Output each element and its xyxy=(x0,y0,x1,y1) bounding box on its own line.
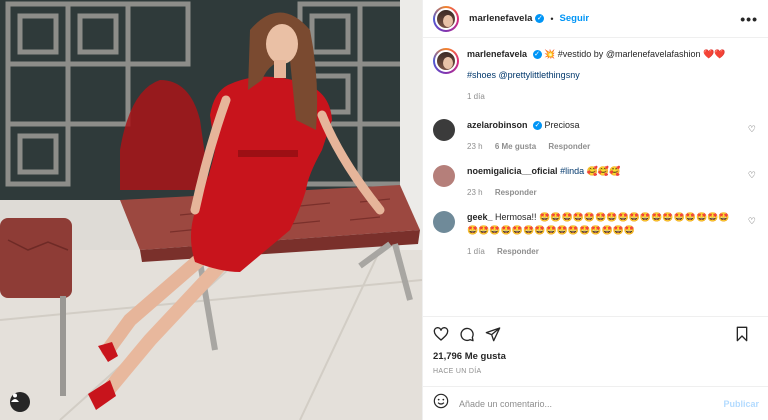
comment-item: azelarobinson ✓ Preciosa 23 h 6 Me gusta… xyxy=(433,119,758,153)
caption-text: 💥 #vestido by @marlenefavelafashion ❤️❤️ xyxy=(544,49,726,59)
comment-heart-icon[interactable]: ♡ xyxy=(748,170,756,181)
reply-button[interactable]: Responder xyxy=(495,188,537,197)
comment-username[interactable]: noemigalicia__oficial xyxy=(467,166,558,176)
comment-heart-icon[interactable]: ♡ xyxy=(748,124,756,135)
caption: marlenefavela ✓ 💥 #vestido by @marlenefa… xyxy=(433,48,758,103)
tag-user-icon[interactable] xyxy=(10,392,30,412)
comment-likes[interactable]: 6 Me gusta xyxy=(495,142,536,151)
reply-button[interactable]: Responder xyxy=(548,142,590,151)
comment-icon[interactable] xyxy=(459,326,475,342)
comment-text: #linda 🥰🥰🥰 xyxy=(560,166,621,176)
comment-meta: 1 día Responder xyxy=(467,245,740,258)
separator-dot: • xyxy=(550,13,554,24)
comment-text: Preciosa xyxy=(544,120,580,130)
post-dialog: marlenefavela ✓ • Seguir ••• marlenefave… xyxy=(0,0,768,420)
comments-list: marlenefavela ✓ 💥 #vestido by @marlenefa… xyxy=(423,38,768,308)
share-icon[interactable] xyxy=(485,326,501,342)
caption-time: 1 día xyxy=(467,92,485,101)
emoji-icon[interactable] xyxy=(433,393,449,414)
comment-time: 23 h xyxy=(467,188,483,197)
comment-time: 23 h xyxy=(467,142,483,151)
author-username[interactable]: marlenefavela xyxy=(469,13,532,24)
bookmark-icon[interactable] xyxy=(735,326,749,342)
comment-meta: 23 h 6 Me gusta Responder xyxy=(467,140,740,153)
comment-item: geek_ Hermosa!! 🤩🤩🤩🤩🤩🤩🤩🤩🤩🤩🤩🤩🤩🤩🤩🤩🤩🤩🤩🤩🤩🤩🤩🤩… xyxy=(433,211,758,258)
publish-button[interactable]: Publicar xyxy=(723,399,759,409)
more-options-icon[interactable]: ••• xyxy=(740,11,758,27)
caption-text-hashtags[interactable]: #shoes @prettylittlethingsny xyxy=(467,69,740,82)
comment-username[interactable]: geek_ xyxy=(467,212,493,222)
reply-button[interactable]: Responder xyxy=(497,247,539,256)
verified-badge-icon: ✓ xyxy=(532,50,542,60)
author-avatar[interactable] xyxy=(433,6,459,32)
post-age: HACE UN DÍA xyxy=(433,368,482,375)
comment-item: noemigalicia__oficial #linda 🥰🥰🥰 23 h Re… xyxy=(433,165,758,199)
post-header: marlenefavela ✓ • Seguir ••• xyxy=(423,0,768,38)
comment-composer: Publicar xyxy=(423,386,768,420)
follow-button[interactable]: Seguir xyxy=(560,13,590,24)
caption-username[interactable]: marlenefavela xyxy=(467,49,527,59)
comment-input[interactable] xyxy=(459,398,724,409)
comment-username[interactable]: azelarobinson xyxy=(467,120,528,130)
post-photo[interactable] xyxy=(0,0,422,420)
verified-badge-icon: ✓ xyxy=(533,121,543,131)
photo-illustration xyxy=(0,0,422,420)
post-actions: 21,796 Me gusta HACE UN DÍA xyxy=(423,316,768,375)
comment-heart-icon[interactable]: ♡ xyxy=(748,216,756,227)
commenter-avatar[interactable] xyxy=(433,211,455,233)
comment-meta: 23 h Responder xyxy=(467,186,740,199)
likes-count[interactable]: 21,796 Me gusta xyxy=(433,351,759,362)
comment-time: 1 día xyxy=(467,247,485,256)
heart-icon[interactable] xyxy=(433,326,449,342)
verified-badge-icon: ✓ xyxy=(535,14,545,23)
post-side-panel: marlenefavela ✓ • Seguir ••• marlenefave… xyxy=(422,0,768,420)
commenter-avatar[interactable] xyxy=(433,165,455,187)
comment-text: Hermosa!! 🤩🤩🤩🤩🤩🤩🤩🤩🤩🤩🤩🤩🤩🤩🤩🤩🤩🤩🤩🤩🤩🤩🤩🤩🤩🤩🤩🤩🤩🤩… xyxy=(467,212,730,235)
caption-avatar[interactable] xyxy=(433,48,459,74)
commenter-avatar[interactable] xyxy=(433,119,455,141)
